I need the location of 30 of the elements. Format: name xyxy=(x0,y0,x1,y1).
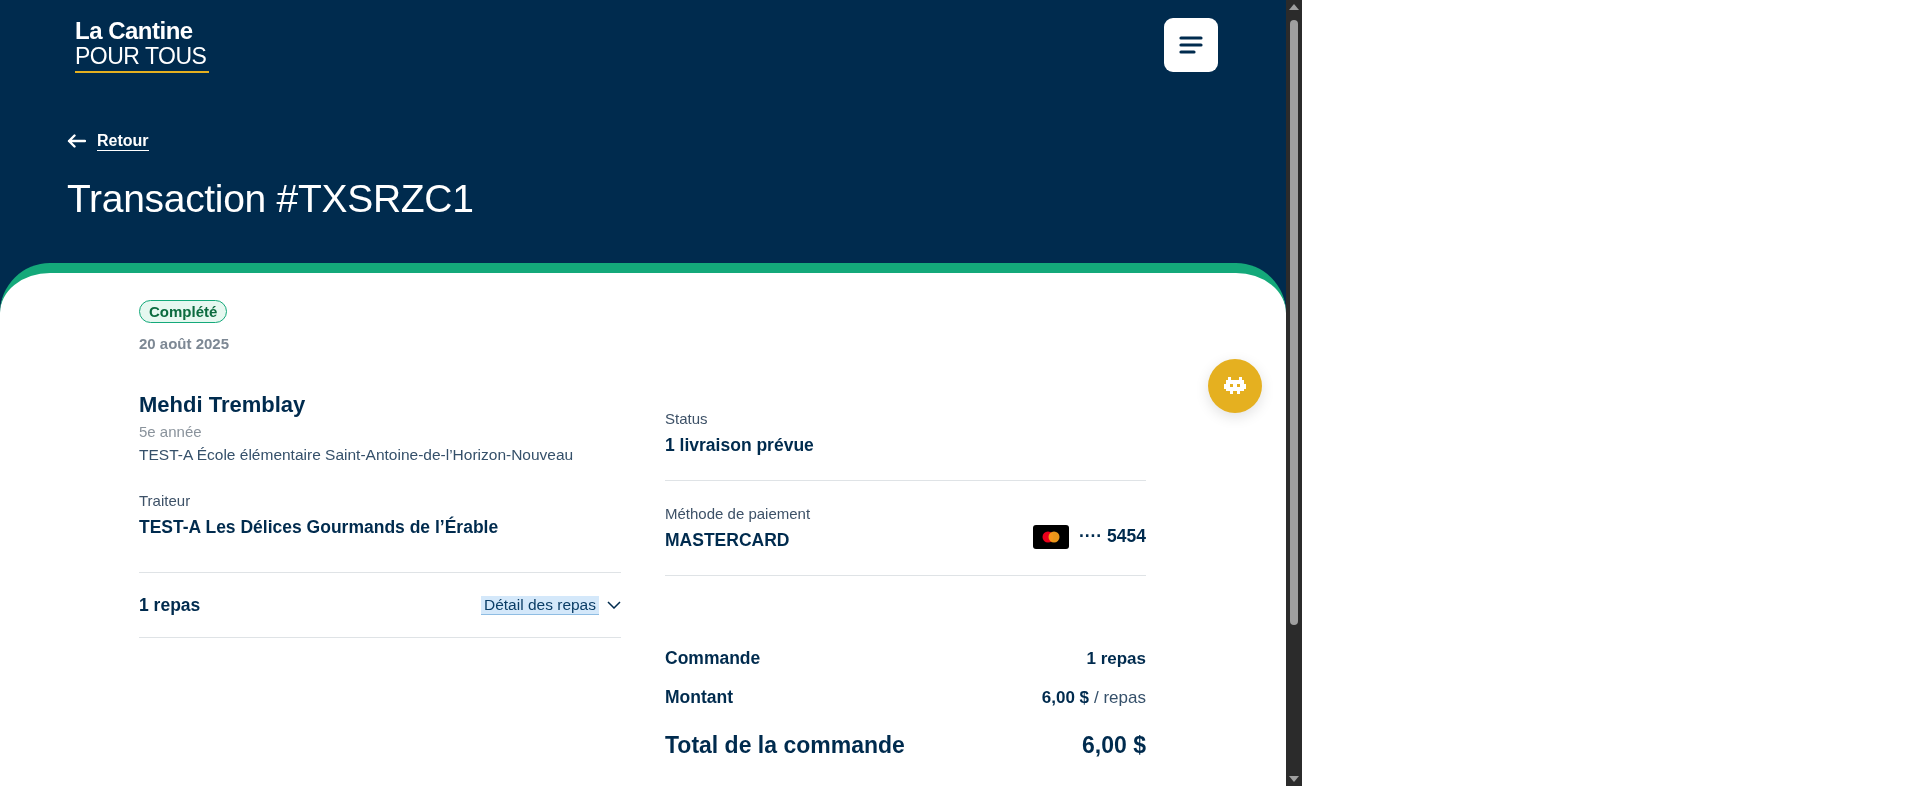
menu-icon xyxy=(1179,35,1203,55)
summary-value: 1 repas xyxy=(1086,649,1146,669)
caterer-label: Traiteur xyxy=(139,492,192,509)
total-value: 6,00 $ xyxy=(1082,732,1146,759)
back-link[interactable]: Retour xyxy=(97,131,149,151)
logo[interactable]: La Cantine POUR TOUS xyxy=(75,18,209,73)
transaction-date: 20 août 2025 xyxy=(139,335,231,352)
payment-method: MASTERCARD xyxy=(665,530,790,551)
student-name: Mehdi Tremblay xyxy=(139,392,307,418)
robot-icon xyxy=(1224,377,1246,395)
menu-button[interactable] xyxy=(1164,18,1218,72)
summary-label: Montant xyxy=(665,687,734,708)
payment-label: Méthode de paiement xyxy=(665,505,812,522)
scrollbar[interactable] xyxy=(1286,0,1302,786)
status-badge: Complété xyxy=(139,300,228,323)
school-name: TEST-A École élémentaire Saint-Antoine-de-l’Horizon-Nouveau xyxy=(139,446,575,464)
meal-details-link[interactable]: Détail des repas xyxy=(481,595,599,615)
summary-label: Commande xyxy=(665,648,761,669)
chevron-icon[interactable] xyxy=(607,601,621,609)
status-label: Status xyxy=(665,410,709,427)
meal-count: 1 repas xyxy=(139,594,201,616)
card-icon xyxy=(1032,524,1069,549)
caterer-name: TEST-A Les Délices Gourmands de l’Érable xyxy=(139,517,500,538)
student-grade: 5e année xyxy=(139,423,203,440)
page-title: Transaction #TXSRZC1 xyxy=(67,177,475,221)
total-label: Total de la commande xyxy=(665,732,905,759)
status-value: 1 livraison prévue xyxy=(665,435,815,456)
back-arrow-icon xyxy=(67,134,86,148)
summary-value: 6,00 $ / repas xyxy=(1041,688,1146,708)
card-number: ···· 5454 xyxy=(1078,526,1146,547)
